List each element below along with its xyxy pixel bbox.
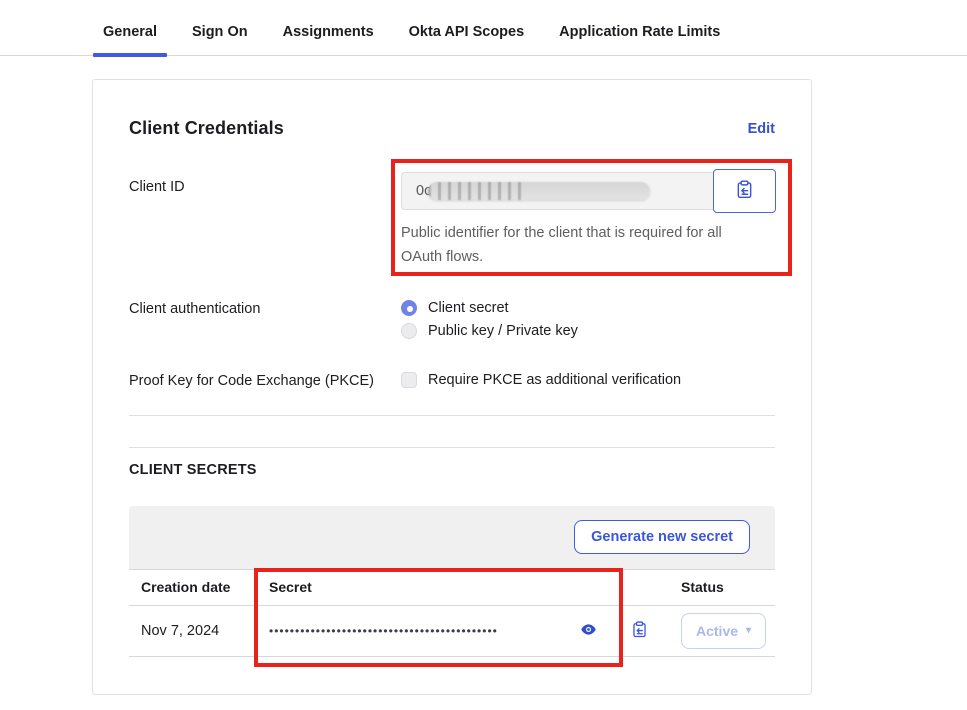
radio-public-private-key-label: Public key / Private key <box>428 323 578 339</box>
radio-unselected-icon[interactable] <box>401 323 417 339</box>
header-secret: Secret <box>257 579 609 595</box>
redaction-smudge <box>428 182 650 200</box>
cell-status: Active ▾ <box>669 613 778 649</box>
header-status: Status <box>669 579 775 595</box>
client-authentication-options: Client secret Public key / Private key <box>401 300 578 339</box>
eye-icon <box>580 621 597 641</box>
cell-copy <box>609 621 669 641</box>
edit-link[interactable]: Edit <box>748 121 775 137</box>
tab-application-rate-limits[interactable]: Application Rate Limits <box>549 24 730 55</box>
generate-new-secret-button[interactable]: Generate new secret <box>574 520 750 554</box>
divider <box>129 415 775 416</box>
radio-selected-icon[interactable] <box>401 300 417 316</box>
status-label: Active <box>696 623 738 639</box>
client-id-help-text: Public identifier for the client that is… <box>401 222 753 270</box>
pkce-label: Proof Key for Code Exchange (PKCE) <box>129 372 401 389</box>
clipboard-copy-icon <box>631 621 648 641</box>
header-creation-date: Creation date <box>129 579 257 595</box>
table-row: Nov 7, 2024 ••••••••••••••••••••••••••••… <box>129 606 775 657</box>
pkce-row: Proof Key for Code Exchange (PKCE) Requi… <box>129 372 775 389</box>
status-dropdown-button[interactable]: Active ▾ <box>681 613 766 649</box>
tab-bar: General Sign On Assignments Okta API Sco… <box>0 24 967 56</box>
copy-secret-button[interactable] <box>631 621 648 641</box>
radio-public-private-key[interactable]: Public key / Private key <box>401 323 578 339</box>
tab-assignments[interactable]: Assignments <box>273 24 384 55</box>
annotation-client-id: 0o Public identifier for t <box>391 159 792 276</box>
card-header: Client Credentials Edit <box>129 118 775 139</box>
copy-client-id-button[interactable] <box>713 169 776 213</box>
pkce-checkbox-option[interactable]: Require PKCE as additional verification <box>401 372 681 388</box>
tab-okta-api-scopes[interactable]: Okta API Scopes <box>399 24 535 55</box>
client-id-label: Client ID <box>129 169 401 195</box>
client-id-group: 0o <box>401 169 776 213</box>
cell-secret: ••••••••••••••••••••••••••••••••••••••••… <box>257 621 609 641</box>
divider <box>129 447 775 448</box>
tab-general[interactable]: General <box>93 24 167 55</box>
tab-sign-on[interactable]: Sign On <box>182 24 258 55</box>
client-secrets-table: Generate new secret Creation date Secret… <box>129 506 775 657</box>
secret-masked-value: ••••••••••••••••••••••••••••••••••••••••… <box>269 624 498 638</box>
chevron-down-icon: ▾ <box>746 626 751 636</box>
client-authentication-label: Client authentication <box>129 300 401 317</box>
table-header-row: Creation date Secret Status <box>129 569 775 606</box>
checkbox-unchecked-icon[interactable] <box>401 372 417 388</box>
page-title: Client Credentials <box>129 118 284 139</box>
cell-creation-date: Nov 7, 2024 <box>129 623 257 639</box>
reveal-secret-button[interactable] <box>580 621 597 641</box>
table-toolbar: Generate new secret <box>129 506 775 569</box>
radio-client-secret-label: Client secret <box>428 300 509 316</box>
client-id-field[interactable]: 0o <box>401 172 713 210</box>
radio-client-secret[interactable]: Client secret <box>401 300 578 316</box>
client-credentials-card: Client Credentials Edit Client ID 0o <box>92 79 812 695</box>
client-id-row: Client ID 0o <box>129 169 775 276</box>
pkce-checkbox-label: Require PKCE as additional verification <box>428 372 681 388</box>
client-authentication-row: Client authentication Client secret Publ… <box>129 300 775 339</box>
clipboard-copy-icon <box>735 180 754 202</box>
client-secrets-title: CLIENT SECRETS <box>129 462 775 478</box>
